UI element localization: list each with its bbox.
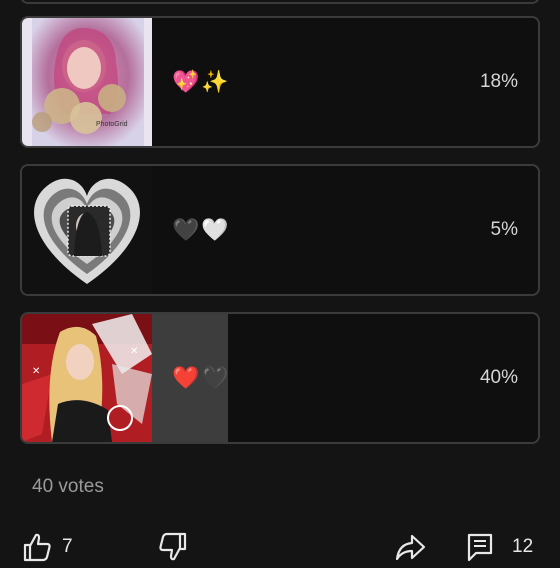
poll-option-1[interactable]: PhotoGrid 💖✨ 18% xyxy=(20,16,540,148)
svg-text:✕: ✕ xyxy=(32,366,40,377)
poll-option-3[interactable]: ✕ ✕ ❤️🖤 40% xyxy=(20,312,540,444)
photogrid-watermark: PhotoGrid xyxy=(96,121,128,128)
comments-button[interactable]: 12 xyxy=(466,532,533,562)
comment-count: 12 xyxy=(512,536,534,557)
poll-option-emoji: ❤️🖤 xyxy=(172,365,231,390)
dislike-button[interactable] xyxy=(158,532,188,562)
thumbs-down-icon xyxy=(158,532,188,562)
vote-count: 40 votes xyxy=(32,476,104,497)
poll-option-image: PhotoGrid xyxy=(22,18,152,146)
previous-option-edge xyxy=(20,0,540,4)
action-bar: 7 12 xyxy=(0,528,560,568)
poll-option-emoji: 🖤🤍 xyxy=(172,217,231,242)
poll-option-percent: 18% xyxy=(479,71,518,92)
share-icon xyxy=(394,532,426,562)
like-button[interactable]: 7 xyxy=(22,532,73,562)
like-count: 7 xyxy=(62,536,73,557)
svg-text:✕: ✕ xyxy=(130,346,138,357)
poll-option-image xyxy=(22,166,152,294)
poll-option-emoji: 💖✨ xyxy=(172,69,231,94)
poll-option-image: ✕ ✕ xyxy=(22,314,152,442)
poll-option-percent: 5% xyxy=(490,219,518,240)
thumbs-up-icon xyxy=(22,532,52,562)
poll-option-2[interactable]: 🖤🤍 5% xyxy=(20,164,540,296)
poll-option-percent: 40% xyxy=(479,367,518,388)
share-button[interactable] xyxy=(394,532,426,562)
comment-icon xyxy=(466,532,494,562)
